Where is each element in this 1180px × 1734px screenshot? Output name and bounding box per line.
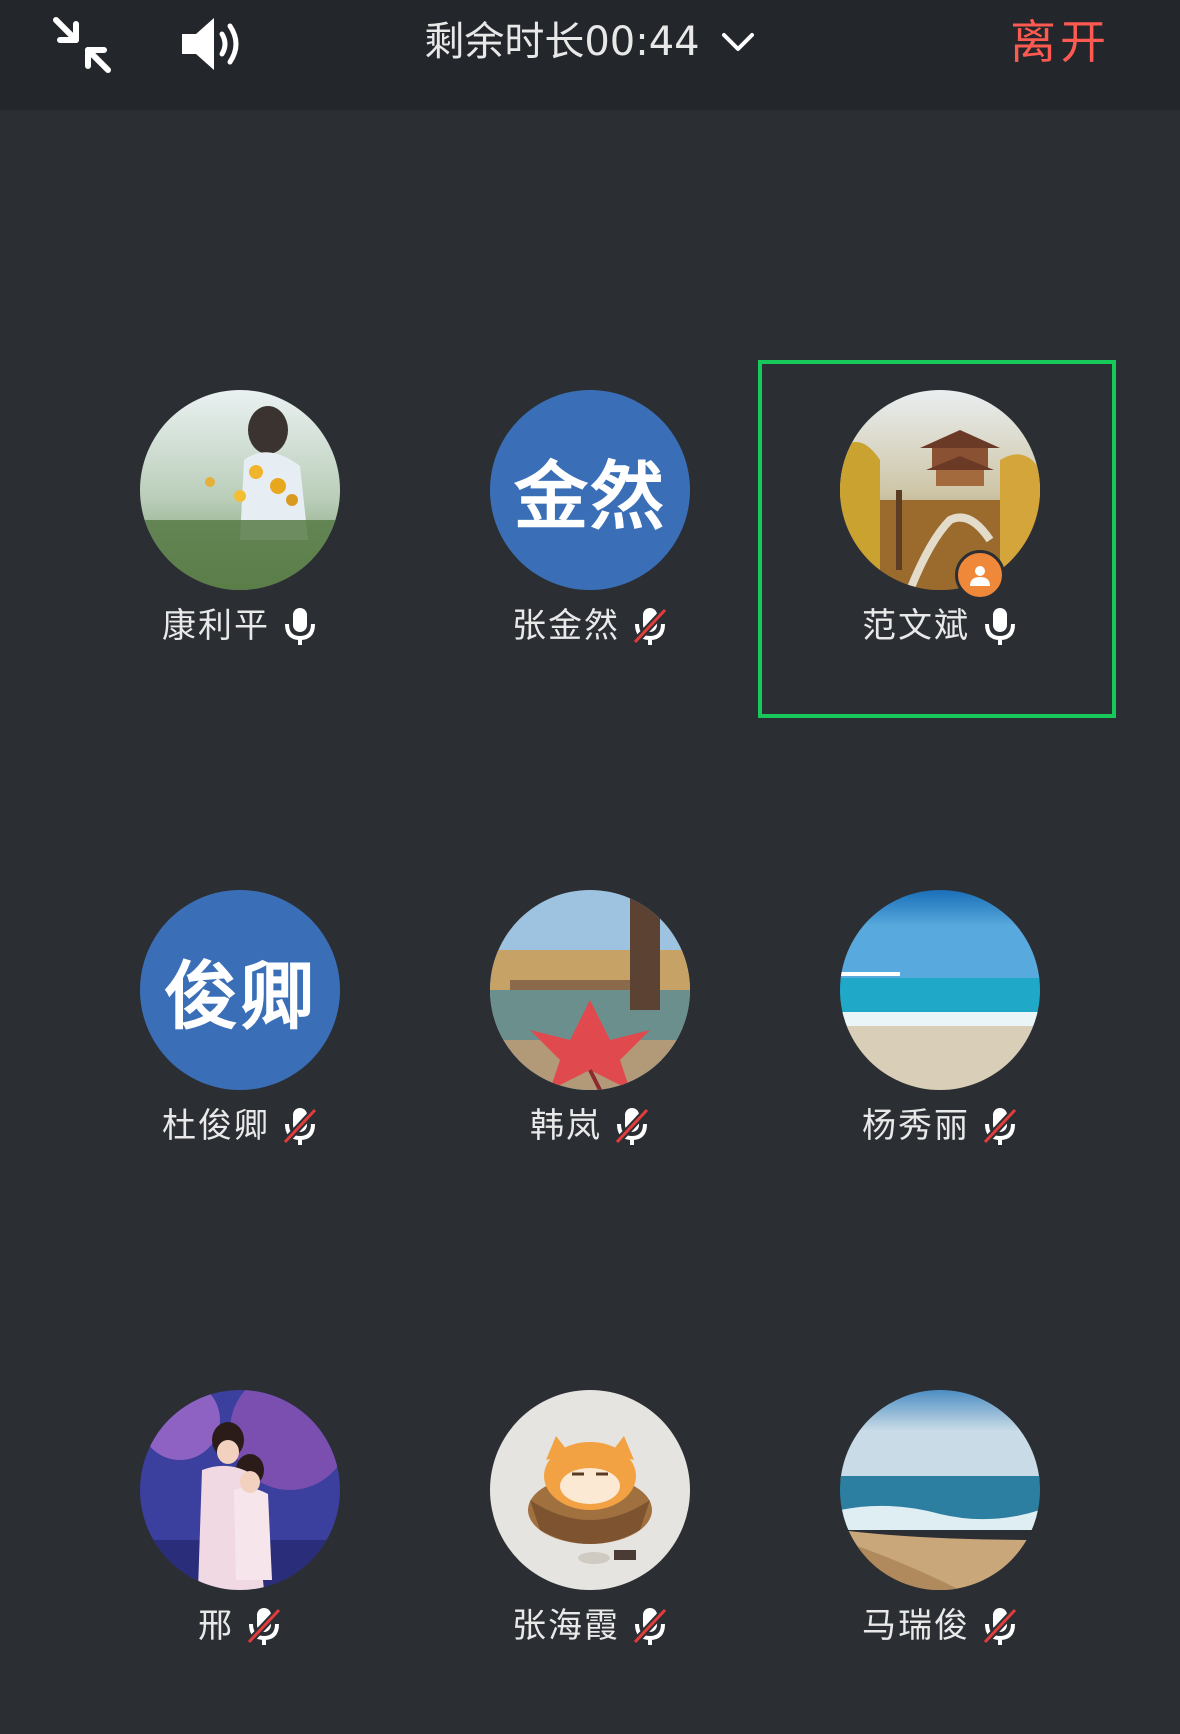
microphone-icon — [285, 608, 315, 645]
participant-name: 邢 — [198, 1606, 234, 1646]
participant-name: 韩岚 — [530, 1106, 602, 1146]
timer-dropdown[interactable]: 剩余时长00:44 — [424, 14, 755, 70]
avatar: 俊卿 — [140, 890, 340, 1090]
microphone-muted-icon — [246, 1607, 282, 1645]
avatar — [490, 890, 690, 1090]
participant-tile[interactable]: 邢 — [100, 1360, 430, 1690]
timer-area: 剩余时长00:44 — [0, 14, 1180, 70]
top-bar: 剩余时长00:44 离开 — [0, 0, 1180, 110]
avatar — [840, 890, 1040, 1090]
microphone-muted-icon — [982, 1607, 1018, 1645]
participant-tile[interactable]: 金然 张金然 — [450, 360, 780, 690]
name-row: 邢 — [100, 1602, 380, 1650]
name-row: 杜俊卿 — [100, 1102, 380, 1150]
avatar-initials: 俊卿 — [164, 953, 316, 1040]
microphone-muted-icon — [632, 1607, 668, 1645]
name-row: 张海霞 — [450, 1602, 730, 1650]
microphone-muted-icon — [982, 1107, 1018, 1145]
avatar-initials: 金然 — [514, 453, 666, 540]
participant-tile[interactable]: 杨秀丽 — [800, 860, 1130, 1190]
avatar — [140, 1390, 340, 1590]
participant-name: 张海霞 — [512, 1606, 620, 1646]
name-row: 韩岚 — [450, 1102, 730, 1150]
participant-name: 马瑞俊 — [862, 1606, 970, 1646]
avatar — [140, 390, 340, 590]
name-row: 马瑞俊 — [800, 1602, 1080, 1650]
microphone-muted-icon — [614, 1107, 650, 1145]
participant-tile[interactable]: 韩岚 — [450, 860, 780, 1190]
avatar: 金然 — [490, 390, 690, 590]
shrink-icon[interactable] — [50, 12, 114, 76]
leave-button[interactable]: 离开 — [1010, 12, 1110, 72]
selected-participant-frame — [758, 360, 1116, 718]
participant-tile[interactable]: 康利平 — [100, 360, 430, 690]
name-row: 张金然 — [450, 602, 730, 650]
avatar — [490, 1390, 690, 1590]
participant-tile[interactable]: 俊卿 杜俊卿 — [100, 860, 430, 1190]
avatar — [840, 1390, 1040, 1590]
microphone-muted-icon — [632, 607, 668, 645]
chevron-down-icon — [721, 33, 754, 51]
participant-tile[interactable]: 马瑞俊 — [800, 1360, 1130, 1690]
participant-name: 杜俊卿 — [162, 1106, 270, 1146]
participant-name: 康利平 — [162, 606, 270, 646]
name-row: 杨秀丽 — [800, 1102, 1080, 1150]
speaker-icon[interactable] — [178, 12, 250, 76]
remaining-time: 剩余时长00:44 — [424, 19, 700, 65]
name-row: 康利平 — [100, 602, 380, 650]
participant-name: 张金然 — [512, 606, 620, 646]
microphone-muted-icon — [282, 1107, 318, 1145]
meeting-screen: 剩余时长00:44 离开 康利平 金然 张金然 范文斌 俊卿 杜俊卿 韩岚 杨秀… — [0, 0, 1180, 1734]
participant-name: 杨秀丽 — [862, 1106, 970, 1146]
participant-tile[interactable]: 张海霞 — [450, 1360, 780, 1690]
